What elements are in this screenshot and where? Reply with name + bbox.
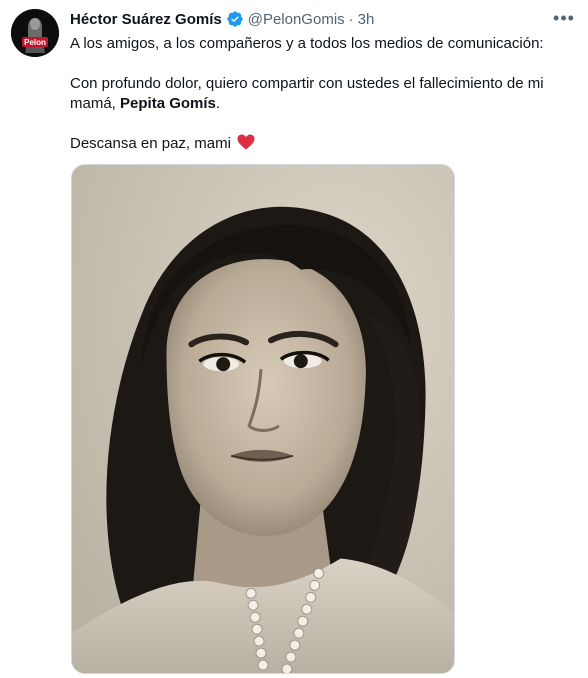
tweet-line-3: Descansa en paz, mami [70, 134, 575, 154]
tweet-header: Héctor Suárez Gomís @PelonGomis · 3h [70, 8, 374, 30]
timestamp[interactable]: 3h [358, 11, 375, 28]
author-name[interactable]: Héctor Suárez Gomís [70, 11, 222, 28]
author-handle[interactable]: @PelonGomis [248, 11, 345, 28]
separator-dot: · [348, 10, 354, 28]
avatar[interactable]: Pelon [11, 9, 59, 57]
avatar-image: Pelon [11, 9, 59, 57]
verified-badge-icon [226, 10, 244, 28]
avatar-logo-text: Pelon [24, 38, 46, 47]
more-options-icon[interactable]: ••• [552, 6, 576, 30]
portrait-image [72, 165, 454, 673]
mention-name: Pepita Gomís [120, 95, 216, 112]
tweet[interactable]: Pelon Héctor Suárez Gomís @PelonGomis · … [0, 0, 588, 678]
tweet-line-3-text: Descansa en paz, mami [70, 135, 231, 152]
red-heart-icon [237, 134, 255, 150]
tweet-line-2-end: . [215, 95, 221, 112]
tweet-line-1: A los amigos, a los compañeros y a todos… [70, 35, 544, 52]
tweet-photo[interactable] [71, 164, 455, 674]
tweet-text: A los amigos, a los compañeros y a todos… [70, 34, 575, 154]
tweet-line-2: Con profundo dolor, quiero compartir con… [70, 74, 575, 114]
